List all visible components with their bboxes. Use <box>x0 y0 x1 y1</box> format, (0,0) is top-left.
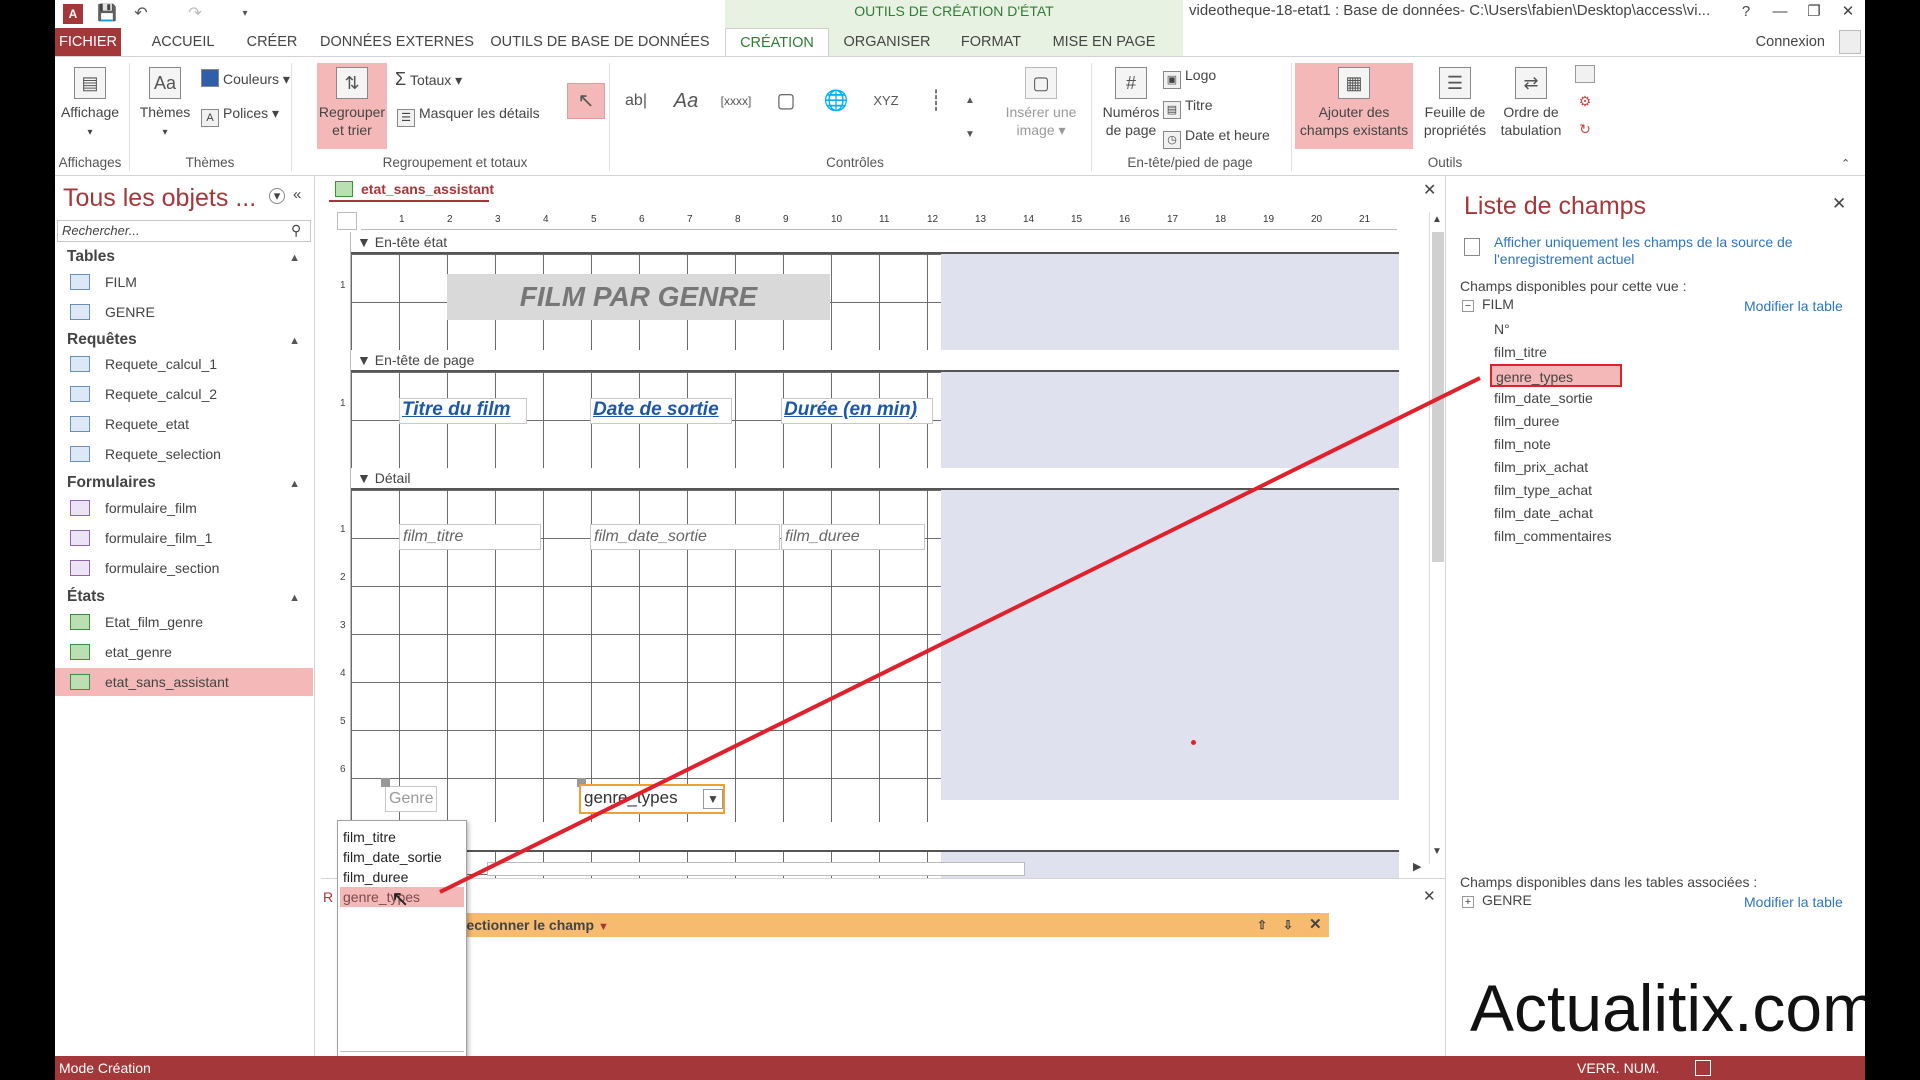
annotation-arrow-line <box>439 376 1481 894</box>
status-num-lock: VERR. NUM. <box>1577 1060 1660 1076</box>
design-view-icon[interactable] <box>1695 1060 1711 1076</box>
annotation-overlay <box>439 376 1481 894</box>
watermark-text: Actualitix.com <box>1470 971 1865 1045</box>
status-bar: Mode Création VERR. NUM. <box>55 1056 1865 1080</box>
status-mode: Mode Création <box>59 1060 151 1076</box>
access-window: A 💾 ↶ ↷ ▾ OUTILS DE CRÉATION D'ÉTAT vide… <box>55 0 1865 1080</box>
